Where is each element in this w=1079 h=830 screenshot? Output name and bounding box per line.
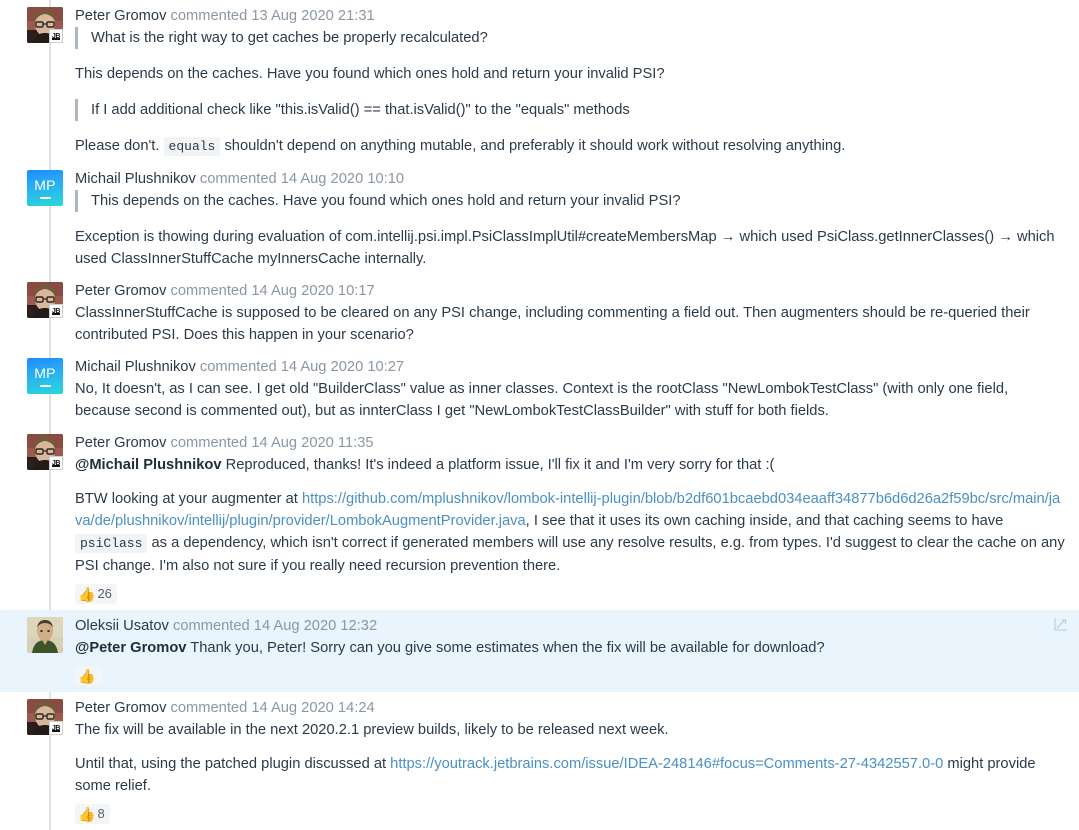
quote-content: What is the right way to get caches be p… bbox=[91, 30, 488, 46]
comment-author[interactable]: Peter Gromov bbox=[75, 435, 166, 451]
comment-timestamp: commented 14 Aug 2020 14:24 bbox=[170, 700, 375, 716]
paragraph-text: No, It doesn't, as I can see. I get old … bbox=[75, 381, 1009, 419]
thumbs-up-icon: 👍 bbox=[78, 668, 96, 685]
comment-meta: Michail Plushnikov commented 14 Aug 2020… bbox=[75, 356, 1065, 378]
comment-inner: JB Peter Gromov commented 14 Aug 2020 10… bbox=[0, 275, 1065, 351]
avatar[interactable]: JB bbox=[27, 434, 63, 470]
jetbrains-badge-icon: JB bbox=[49, 456, 63, 470]
comment: JB Peter Gromov commented 13 Aug 2020 21… bbox=[0, 0, 1079, 163]
avatar[interactable] bbox=[27, 617, 63, 653]
avatar[interactable]: JB bbox=[27, 7, 63, 43]
comment-meta: Peter Gromov commented 14 Aug 2020 10:17 bbox=[75, 280, 1065, 302]
comment: JB Peter Gromov commented 14 Aug 2020 10… bbox=[0, 275, 1079, 351]
quoted-text: If I add additional check like "this.isV… bbox=[75, 99, 1065, 121]
thumbs-up-icon: 👍 bbox=[78, 586, 96, 603]
comment-inner: MP Michail Plushnikov commented 14 Aug 2… bbox=[0, 351, 1065, 427]
comment-timestamp: commented 14 Aug 2020 11:35 bbox=[170, 435, 374, 451]
inline-code: equals bbox=[163, 137, 221, 156]
comment-meta: Michail Plushnikov commented 14 Aug 2020… bbox=[75, 168, 1065, 190]
jetbrains-badge-icon: JB bbox=[49, 29, 63, 43]
user-mention[interactable]: @Michail Plushnikov bbox=[75, 457, 222, 473]
paragraph-text: Exception is thowing during evaluation o… bbox=[75, 229, 1055, 267]
comment-paragraph: @Peter Gromov Thank you, Peter! Sorry ca… bbox=[75, 637, 1065, 659]
avatar-initials: MP bbox=[27, 358, 63, 394]
quoted-text: This depends on the caches. Have you fou… bbox=[75, 190, 1065, 212]
jetbrains-badge-icon: JB bbox=[49, 721, 63, 735]
reactions: 👍 bbox=[75, 665, 1065, 687]
comment-timestamp: commented 14 Aug 2020 10:27 bbox=[199, 359, 405, 375]
reactions: 👍 26 bbox=[75, 583, 1065, 605]
external-link[interactable]: https://youtrack.jetbrains.com/issue/IDE… bbox=[390, 756, 943, 772]
comment: MP Michail Plushnikov commented 14 Aug 2… bbox=[0, 351, 1079, 427]
paragraph-text-before: Please don't. bbox=[75, 138, 164, 154]
paragraph-text: Reproduced, thanks! It's indeed a platfo… bbox=[221, 457, 775, 473]
jetbrains-badge-icon: JB bbox=[49, 304, 63, 318]
comment-thread: JB Peter Gromov commented 13 Aug 2020 21… bbox=[0, 0, 1079, 830]
comment-timestamp: commented 14 Aug 2020 12:32 bbox=[172, 618, 378, 634]
comment-meta: Peter Gromov commented 13 Aug 2020 21:31 bbox=[75, 5, 1065, 27]
paragraph-text: The fix will be available in the next 20… bbox=[75, 722, 669, 738]
comment-paragraph: Exception is thowing during evaluation o… bbox=[75, 226, 1065, 270]
thumbs-up-icon: 👍 bbox=[78, 806, 96, 823]
comment-paragraph: @Michail Plushnikov Reproduced, thanks! … bbox=[75, 454, 1065, 476]
quoted-text: What is the right way to get caches be p… bbox=[75, 27, 1065, 49]
comment-paragraph: The fix will be available in the next 20… bbox=[75, 719, 1065, 741]
avatar-initials-text: MP bbox=[34, 364, 56, 381]
avatar-initials-text: MP bbox=[34, 176, 56, 193]
avatar[interactable]: JB bbox=[27, 699, 63, 735]
reaction-thumbs-up[interactable]: 👍 bbox=[75, 667, 103, 686]
comment-inner: JB Peter Gromov commented 13 Aug 2020 21… bbox=[0, 0, 1065, 163]
reactions: 👍 8 bbox=[75, 803, 1065, 825]
comment-author[interactable]: Peter Gromov bbox=[75, 8, 166, 24]
comment-timestamp: commented 14 Aug 2020 10:10 bbox=[199, 171, 405, 187]
comment-paragraph: Please don't. equals shouldn't depend on… bbox=[75, 135, 1065, 158]
comment-author[interactable]: Peter Gromov bbox=[75, 700, 166, 716]
comment-timestamp: commented 14 Aug 2020 10:17 bbox=[170, 283, 375, 299]
avatar[interactable]: MP bbox=[27, 170, 63, 206]
comment-inner: MP Michail Plushnikov commented 14 Aug 2… bbox=[0, 163, 1065, 275]
comment-paragraph: Until that, using the patched plugin dis… bbox=[75, 753, 1065, 797]
quote-content: This depends on the caches. Have you fou… bbox=[91, 193, 681, 209]
comment: JB Peter Gromov commented 14 Aug 2020 14… bbox=[0, 692, 1079, 830]
avatar-photo bbox=[27, 617, 63, 653]
comment-paragraph: No, It doesn't, as I can see. I get old … bbox=[75, 378, 1065, 422]
comment-meta: Peter Gromov commented 14 Aug 2020 11:35 bbox=[75, 432, 1065, 454]
comment: Oleksii Usatov commented 14 Aug 2020 12:… bbox=[0, 610, 1079, 692]
comment-inner: JB Peter Gromov commented 14 Aug 2020 11… bbox=[0, 427, 1065, 610]
comment-paragraph: BTW looking at your augmenter at https:/… bbox=[75, 488, 1065, 577]
comment: JB Peter Gromov commented 14 Aug 2020 11… bbox=[0, 427, 1079, 610]
avatar-dash-icon bbox=[39, 384, 51, 387]
user-mention[interactable]: @Peter Gromov bbox=[75, 640, 186, 656]
paragraph-text-before: BTW looking at your augmenter at bbox=[75, 491, 302, 507]
comment-author[interactable]: Michail Plushnikov bbox=[75, 171, 196, 187]
reaction-count: 8 bbox=[97, 806, 105, 822]
comment-inner: Oleksii Usatov commented 14 Aug 2020 12:… bbox=[0, 610, 1065, 692]
comment-meta: Peter Gromov commented 14 Aug 2020 14:24 bbox=[75, 697, 1065, 719]
comment-author[interactable]: Peter Gromov bbox=[75, 283, 166, 299]
paragraph-text-after: shouldn't depend on anything mutable, an… bbox=[220, 138, 846, 154]
comment-inner: JB Peter Gromov commented 14 Aug 2020 14… bbox=[0, 692, 1065, 830]
comment-paragraph: ClassInnerStuffCache is supposed to be c… bbox=[75, 302, 1065, 346]
paragraph-text: This depends on the caches. Have you fou… bbox=[75, 66, 665, 82]
quote-content: If I add additional check like "this.isV… bbox=[91, 102, 630, 118]
reaction-thumbs-up[interactable]: 👍 8 bbox=[75, 804, 110, 825]
paragraph-text-after: as a dependency, which isn't correct if … bbox=[75, 535, 1065, 574]
reaction-count: 26 bbox=[97, 586, 112, 602]
avatar[interactable]: JB bbox=[27, 282, 63, 318]
avatar[interactable]: MP bbox=[27, 358, 63, 394]
paragraph-text-before: Until that, using the patched plugin dis… bbox=[75, 756, 391, 772]
paragraph-text: ClassInnerStuffCache is supposed to be c… bbox=[75, 305, 1030, 343]
comment-meta: Oleksii Usatov commented 14 Aug 2020 12:… bbox=[75, 615, 1065, 637]
comment-author[interactable]: Oleksii Usatov bbox=[75, 618, 169, 634]
paragraph-text-mid: , I see that it uses its own caching ins… bbox=[525, 513, 1004, 529]
inline-code: psiClass bbox=[75, 534, 148, 553]
comment: MP Michail Plushnikov commented 14 Aug 2… bbox=[0, 163, 1079, 275]
reaction-thumbs-up[interactable]: 👍 26 bbox=[75, 584, 117, 605]
avatar-initials: MP bbox=[27, 170, 63, 206]
comment-author[interactable]: Michail Plushnikov bbox=[75, 359, 196, 375]
comment-paragraph: This depends on the caches. Have you fou… bbox=[75, 63, 1065, 85]
paragraph-text: Thank you, Peter! Sorry can you give som… bbox=[186, 640, 825, 656]
avatar-dash-icon bbox=[39, 196, 51, 199]
comment-timestamp: commented 13 Aug 2020 21:31 bbox=[170, 8, 375, 24]
